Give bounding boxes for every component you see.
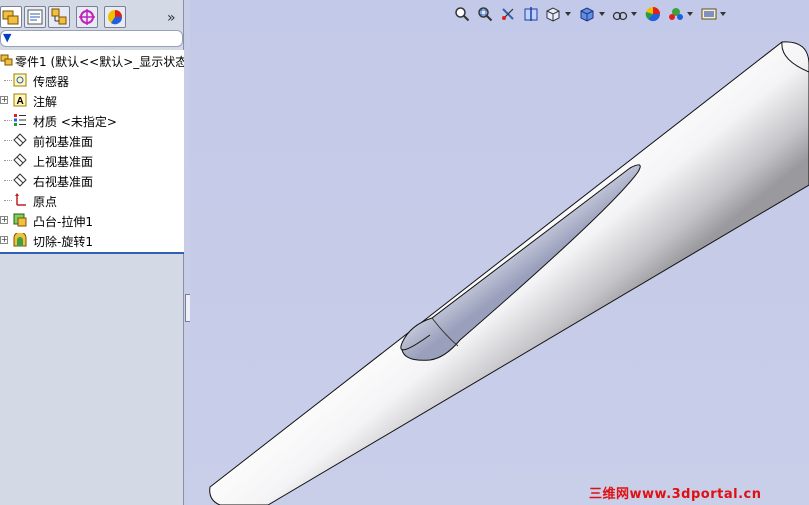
plane-icon [13, 173, 27, 187]
tree-item-label: 右视基准面 [33, 175, 94, 189]
tree-item-annotations[interactable]: + A 注解 [0, 90, 184, 110]
tree-item-material[interactable]: 材质 <未指定> [0, 110, 184, 130]
svg-text:A: A [17, 96, 24, 107]
property-icon [27, 9, 43, 25]
tree-item-label: 传感器 [33, 75, 70, 89]
expand-toggle[interactable]: + [0, 96, 8, 104]
tree-item-sensors[interactable]: 传感器 [0, 70, 184, 90]
chevron-down-icon[interactable] [720, 12, 726, 16]
chevron-down-icon[interactable] [631, 12, 637, 16]
tree-item-front-plane[interactable]: 前视基准面 [0, 130, 184, 150]
material-icon [14, 114, 26, 126]
tree-item-label: 材质 <未指定> [33, 115, 117, 129]
appearance-icon [108, 10, 123, 25]
tree-item-part[interactable]: 零件1 (默认<<默认>_显示状态 [0, 50, 188, 70]
filter-icon: ▼ [3, 31, 12, 44]
feature-tree: 零件1 (默认<<默认>_显示状态 传感器 + A 注解 材质 <未指定> 前视… [0, 50, 188, 254]
chevron-down-icon[interactable] [565, 12, 571, 16]
tree-connector [4, 80, 12, 81]
tree-divider [0, 252, 184, 254]
panel-tab-strip: » [0, 4, 184, 30]
tree-connector [4, 120, 12, 121]
tree-connector [4, 200, 12, 201]
part-icon [0, 54, 13, 66]
expand-toggle[interactable]: + [0, 236, 8, 244]
revolve-cut-icon [13, 233, 27, 247]
origin-icon [15, 193, 26, 206]
expand-toggle[interactable]: + [0, 216, 8, 224]
annotation-icon: A [13, 93, 27, 107]
plane-icon [13, 153, 27, 167]
target-icon [79, 9, 95, 25]
tree-item-origin[interactable]: 原点 [0, 190, 184, 210]
chevron-down-icon[interactable] [599, 12, 605, 16]
viewport-background [190, 0, 809, 505]
tree-connector [4, 160, 12, 161]
apply-scene-icon[interactable] [668, 6, 684, 22]
tree-item-top-plane[interactable]: 上视基准面 [0, 150, 184, 170]
tree-item-label: 注解 [33, 95, 58, 109]
plane-icon [13, 133, 27, 147]
graphics-viewport[interactable] [190, 0, 809, 505]
tree-item-label: 凸台-拉伸1 [33, 215, 93, 229]
tree-item-right-plane[interactable]: 右视基准面 [0, 170, 184, 190]
tree-connector [4, 180, 12, 181]
feature-tree-icon [2, 10, 19, 25]
chevron-down-icon[interactable] [687, 12, 693, 16]
feature-manager-panel: » ▼ 零件1 (默认<<默认>_显示状态 传感器 + A 注解 材质 <未指定… [0, 0, 188, 505]
tree-connector [4, 140, 12, 141]
view-settings-icon[interactable] [701, 6, 717, 22]
section-view-icon[interactable] [523, 6, 539, 22]
zoom-to-area-icon[interactable] [477, 6, 493, 22]
configuration-manager-tab[interactable] [48, 6, 70, 28]
display-style-icon[interactable] [579, 6, 595, 22]
feature-filter-input[interactable]: ▼ [0, 30, 183, 47]
tree-item-label: 上视基准面 [33, 155, 94, 169]
display-manager-tab[interactable] [104, 6, 126, 28]
sensor-icon [13, 73, 27, 87]
zoom-to-fit-icon[interactable] [454, 6, 470, 22]
edit-appearance-icon[interactable] [645, 6, 661, 22]
previous-view-icon[interactable] [500, 6, 516, 22]
configuration-icon [51, 8, 67, 25]
tree-item-boss-extrude[interactable]: + 凸台-拉伸1 [0, 210, 184, 230]
extrude-icon [13, 213, 27, 227]
dimxpert-tab[interactable] [76, 6, 98, 28]
tree-item-cut-revolve[interactable]: + 切除-旋转1 [0, 230, 184, 250]
tree-item-label: 前视基准面 [33, 135, 94, 149]
panel-overflow-button[interactable]: » [167, 10, 176, 26]
property-manager-tab[interactable] [24, 6, 46, 28]
watermark-text: 三维网www.3dportal.cn [589, 487, 762, 502]
view-orientation-icon[interactable] [545, 6, 561, 22]
tree-item-label: 零件1 (默认<<默认>_显示状态 [15, 55, 188, 69]
tree-item-label: 切除-旋转1 [33, 235, 93, 249]
feature-manager-tab[interactable] [0, 6, 22, 28]
heads-up-view-toolbar [452, 4, 742, 24]
hide-show-items-icon[interactable] [612, 6, 628, 22]
tree-item-label: 原点 [33, 195, 58, 209]
